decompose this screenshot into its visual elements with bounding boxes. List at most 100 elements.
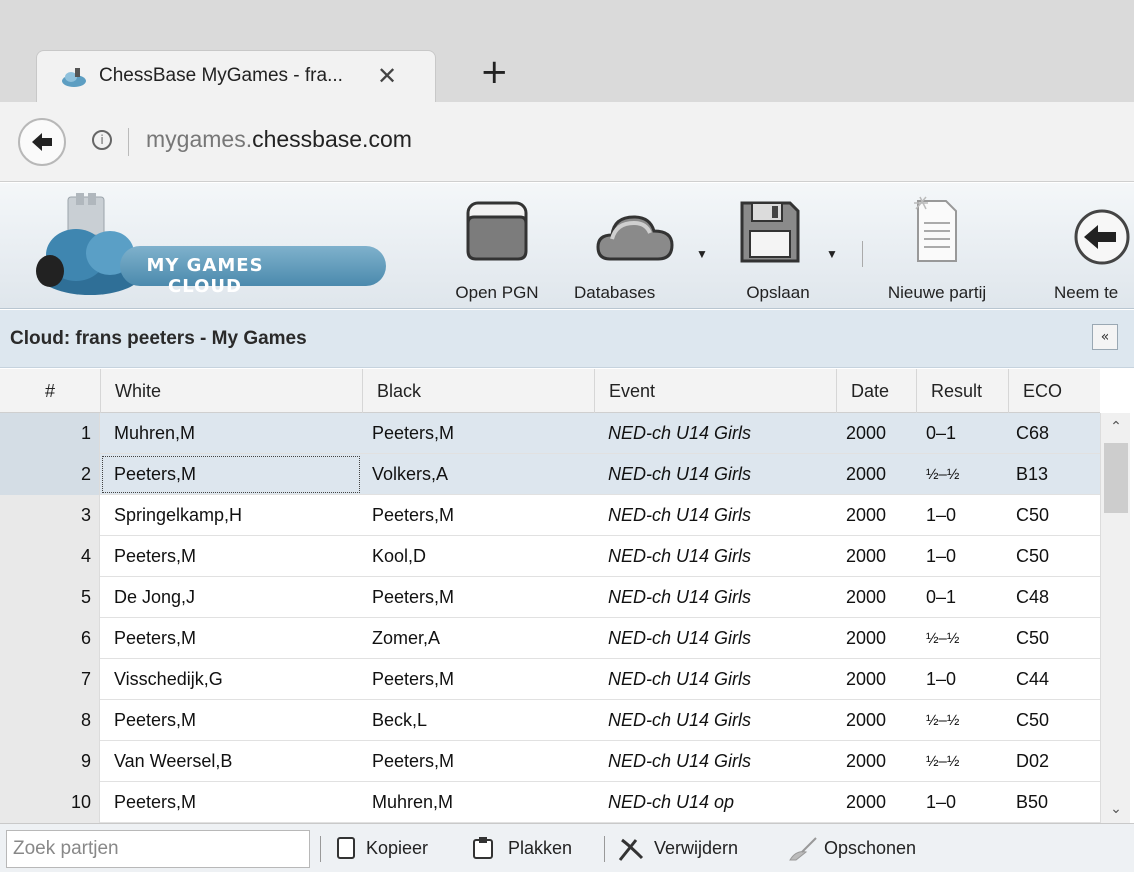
cell-result: 0–1 (926, 423, 957, 443)
table-row[interactable]: 10 Peeters,M Muhren,M NED-ch U14 op 2000 1–0 B… (0, 782, 1100, 823)
table-row[interactable]: 8 Peeters,M Beck,L NED-ch U14 Girls 2000 ½–½ C… (0, 700, 1100, 741)
copy-button[interactable]: Kopieer (336, 834, 446, 864)
table-scrollbar[interactable]: ⌃ ⌄ (1100, 413, 1130, 823)
cell-result: 1–0 (926, 546, 957, 566)
column-header-eco[interactable]: ECO (1008, 369, 1098, 413)
new-game-button[interactable]: Nieuwe partij (872, 195, 1002, 303)
back-arrow-icon (1074, 209, 1130, 265)
cell-num: 9 (0, 741, 100, 782)
column-header-number[interactable]: # (0, 369, 100, 413)
cell-eco: C68 (1016, 423, 1050, 443)
clean-label: Opschonen (824, 838, 917, 858)
table-row[interactable]: 4 Peeters,M Kool,D NED-ch U14 Girls 2000 1–0 C… (0, 536, 1100, 577)
open-pgn-button[interactable]: Open PGN (436, 195, 558, 303)
table-row[interactable]: 7 Visschedijk,G Peeters,M NED-ch U14 Girls 2… (0, 659, 1100, 700)
clean-button[interactable]: Opschonen (786, 834, 946, 864)
cell-num: 3 (0, 495, 100, 536)
table-row[interactable]: 9 Van Weersel,B Peeters,M NED-ch U14 Girls 2… (0, 741, 1100, 782)
cell-num: 4 (0, 536, 100, 577)
cell-event: NED-ch U14 Girls (608, 464, 752, 484)
logo-text: MY GAMES CLOUD (146, 255, 264, 297)
cell-black: Beck,L (372, 710, 428, 730)
cell-black: Peeters,M (372, 587, 455, 607)
url-subdomain: mygames. (146, 126, 253, 152)
cell-eco: C50 (1016, 505, 1050, 525)
bottom-divider (320, 836, 321, 862)
search-games-input[interactable] (6, 830, 310, 868)
table-row[interactable]: 3 Springelkamp,H Peeters,M NED-ch U14 Girls… (0, 495, 1100, 536)
cell-eco: B13 (1016, 464, 1049, 484)
my-games-cloud-logo: MY GAMES CLOUD (30, 193, 386, 297)
paste-label: Plakken (508, 838, 573, 858)
cell-white: Peeters,M (114, 628, 197, 648)
scroll-thumb[interactable] (1104, 443, 1128, 513)
toolbar-divider (862, 241, 863, 267)
broom-icon (789, 837, 817, 861)
back-button[interactable] (18, 118, 66, 166)
cell-date: 2000 (846, 751, 887, 771)
cell-white: Peeters,M (114, 710, 197, 730)
url-field[interactable]: mygames.chessbase.com (146, 126, 412, 153)
table-row[interactable]: 1 Muhren,M Peeters,M NED-ch U14 Girls 2000 0–… (0, 413, 1100, 454)
url-domain: chessbase.com (252, 126, 412, 152)
cell-black: Peeters,M (372, 751, 455, 771)
cell-num: 10 (0, 782, 100, 823)
cell-result: 1–0 (926, 792, 957, 812)
tab-close-icon[interactable]: ✕ (377, 62, 397, 91)
column-header-white[interactable]: White (100, 369, 362, 413)
collapse-panel-button[interactable]: « (1092, 324, 1118, 350)
table-row[interactable]: 2 Peeters,M Volkers,A NED-ch U14 Girls 2000 ½… (0, 454, 1100, 495)
cell-white: De Jong,J (114, 587, 196, 607)
databases-dropdown-icon[interactable]: ▼ (696, 247, 708, 261)
cell-eco: B50 (1016, 792, 1049, 812)
take-back-button[interactable]: Neem te (1030, 195, 1134, 303)
table-row[interactable]: 5 De Jong,J Peeters,M NED-ch U14 Girls 2000 0… (0, 577, 1100, 618)
cell-white: Springelkamp,H (114, 505, 243, 525)
open-pgn-label: Open PGN (455, 283, 539, 302)
scroll-up-icon[interactable]: ⌃ (1101, 413, 1131, 441)
cell-num: 2 (0, 454, 100, 495)
cell-num: 8 (0, 700, 100, 741)
cell-date: 2000 (846, 546, 887, 566)
new-tab-icon[interactable]: + (480, 52, 509, 92)
site-info-icon[interactable]: i (92, 130, 112, 150)
save-label: Opslaan (746, 283, 810, 302)
cell-event: NED-ch U14 Girls (608, 505, 752, 525)
cell-black: Muhren,M (372, 792, 454, 812)
floppy-disk-icon (740, 201, 800, 263)
cell-white: Van Weersel,B (114, 751, 233, 771)
column-header-event[interactable]: Event (594, 369, 836, 413)
column-header-black[interactable]: Black (362, 369, 594, 413)
cell-result: 1–0 (926, 505, 957, 525)
browser-tab[interactable]: ChessBase MyGames - fra... ✕ (36, 50, 436, 102)
cell-event: NED-ch U14 Girls (608, 546, 752, 566)
cell-date: 2000 (846, 464, 887, 484)
cell-event: NED-ch U14 Girls (608, 710, 752, 730)
table-row[interactable]: 6 Peeters,M Zomer,A NED-ch U14 Girls 2000 ½–½… (0, 618, 1100, 659)
scroll-down-icon[interactable]: ⌄ (1101, 795, 1131, 823)
cell-date: 2000 (846, 710, 887, 730)
cell-black: Peeters,M (372, 423, 455, 443)
cell-white: Peeters,M (100, 454, 362, 495)
save-button[interactable]: ▼ Opslaan (718, 195, 838, 303)
bottom-divider (604, 836, 605, 862)
cell-result: ½–½ (926, 630, 960, 647)
folder-icon (466, 201, 528, 261)
cell-date: 2000 (846, 587, 887, 607)
cell-black: Peeters,M (372, 505, 455, 525)
cell-eco: D02 (1016, 751, 1050, 771)
games-panel-header: Cloud: frans peeters - My Games « (0, 310, 1134, 368)
column-header-result[interactable]: Result (916, 369, 1008, 413)
paste-button[interactable]: Plakken (472, 834, 592, 864)
cell-white: Peeters,M (114, 546, 197, 566)
delete-button[interactable]: Verwijdern (616, 834, 776, 864)
cell-black: Volkers,A (372, 464, 449, 484)
databases-button[interactable]: ▼ Databases (574, 195, 708, 303)
column-header-date[interactable]: Date (836, 369, 916, 413)
cell-white: Peeters,M (114, 792, 197, 812)
save-dropdown-icon[interactable]: ▼ (826, 247, 838, 261)
cell-event: NED-ch U14 Girls (608, 669, 752, 689)
copy-icon (337, 837, 355, 859)
cell-result: 1–0 (926, 669, 957, 689)
new-document-icon (914, 196, 957, 262)
